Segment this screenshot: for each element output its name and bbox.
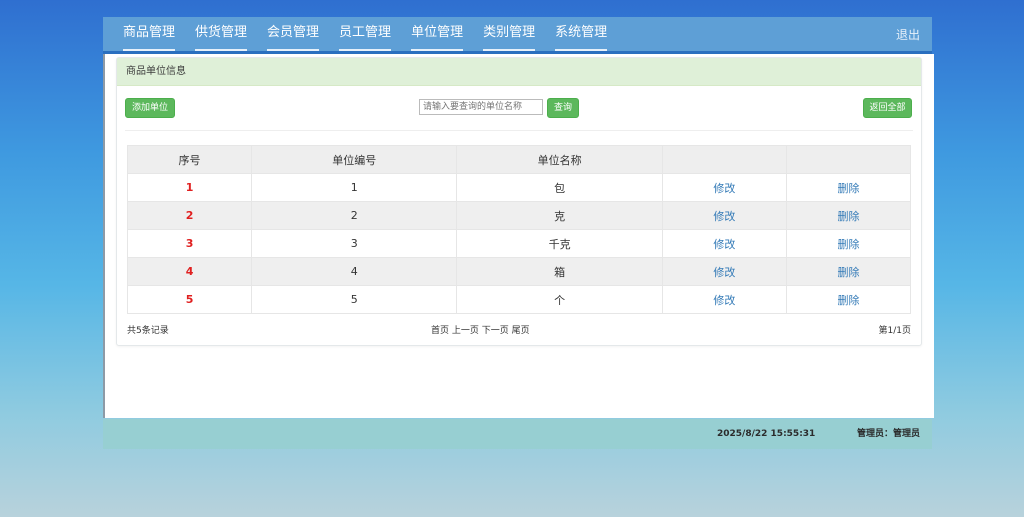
current-user: 管理员：管理员 [856, 429, 920, 439]
row-unit-code: 3 [251, 229, 458, 258]
row-index: 4 [126, 257, 253, 286]
pagination-links: 首页 上一页 下一页 尾页 [431, 323, 530, 336]
edit-link[interactable]: 修改 [661, 201, 787, 230]
header-index: 序号 [126, 145, 253, 174]
row-unit-code: 4 [251, 257, 458, 286]
row-index: 5 [126, 285, 253, 314]
row-unit-code: 5 [251, 285, 458, 314]
logout-link[interactable]: 退出 [896, 17, 920, 53]
table-row: 5 5 个 修改 删除 [126, 285, 912, 314]
row-unit-name: 箱 [456, 257, 663, 286]
nav-category-management[interactable]: 类别管理 [483, 17, 536, 51]
total-records: 共5条记录 [127, 326, 169, 336]
table-row: 3 3 千克 修改 删除 [126, 229, 912, 258]
table-header-row: 序号 单位编号 单位名称 [126, 145, 912, 174]
row-index: 1 [126, 173, 253, 202]
search-button[interactable]: 查询 [547, 98, 579, 118]
return-all-button[interactable]: 返回全部 [863, 98, 912, 118]
row-index: 3 [126, 229, 253, 258]
row-index: 2 [126, 201, 253, 230]
unit-info-panel: 商品单位信息 添加单位 查询 返回全部 序号 单位编号 单位名称 1 1 [116, 57, 922, 346]
table-row: 1 1 包 修改 删除 [126, 173, 912, 202]
row-unit-code: 2 [251, 201, 458, 230]
main-nav: 商品管理 供货管理 会员管理 员工管理 单位管理 类别管理 系统管理 [123, 17, 627, 51]
edit-link[interactable]: 修改 [661, 257, 787, 286]
nav-system-management[interactable]: 系统管理 [555, 17, 608, 51]
nav-employee-management[interactable]: 员工管理 [339, 17, 392, 51]
first-page-link[interactable]: 首页 [431, 326, 449, 336]
panel-title: 商品单位信息 [117, 58, 921, 86]
delete-link[interactable]: 删除 [785, 257, 912, 286]
delete-link[interactable]: 删除 [785, 285, 912, 314]
table-row: 2 2 克 修改 删除 [126, 201, 912, 230]
delete-link[interactable]: 删除 [785, 201, 912, 230]
prev-page-link[interactable]: 上一页 [452, 326, 479, 336]
edit-link[interactable]: 修改 [661, 173, 787, 202]
row-unit-name: 包 [456, 173, 663, 202]
nav-supply-management[interactable]: 供货管理 [195, 17, 248, 51]
edit-link[interactable]: 修改 [661, 229, 787, 258]
unit-table: 序号 单位编号 单位名称 1 1 包 修改 删除 2 2 克 修改 删除 3 3… [126, 145, 912, 314]
header-unit-code: 单位编号 [251, 145, 458, 174]
status-bar: 2025/8/22 15:55:31 管理员：管理员 [103, 419, 932, 449]
header-unit-name: 单位名称 [456, 145, 663, 174]
nav-unit-management[interactable]: 单位管理 [411, 17, 464, 51]
nav-member-management[interactable]: 会员管理 [267, 17, 320, 51]
main-content: 商品单位信息 添加单位 查询 返回全部 序号 单位编号 单位名称 1 1 [103, 54, 934, 418]
delete-link[interactable]: 删除 [785, 229, 912, 258]
search-input[interactable] [419, 99, 543, 115]
datetime-display: 2025/8/22 15:55:31 [717, 429, 816, 439]
divider [125, 130, 913, 131]
delete-link[interactable]: 删除 [785, 173, 912, 202]
edit-link[interactable]: 修改 [661, 285, 787, 314]
header-delete [785, 145, 912, 174]
row-unit-name: 千克 [456, 229, 663, 258]
row-unit-name: 个 [456, 285, 663, 314]
top-navigation-bar: 商品管理 供货管理 会员管理 员工管理 单位管理 类别管理 系统管理 退出 [103, 17, 932, 54]
next-page-link[interactable]: 下一页 [482, 326, 509, 336]
row-unit-code: 1 [251, 173, 458, 202]
page-info: 第1/1页 [878, 326, 912, 336]
row-unit-name: 克 [456, 201, 663, 230]
add-unit-button[interactable]: 添加单位 [125, 98, 175, 118]
nav-product-management[interactable]: 商品管理 [123, 17, 176, 51]
table-row: 4 4 箱 修改 删除 [126, 257, 912, 286]
last-page-link[interactable]: 尾页 [512, 326, 530, 336]
header-edit [661, 145, 787, 174]
